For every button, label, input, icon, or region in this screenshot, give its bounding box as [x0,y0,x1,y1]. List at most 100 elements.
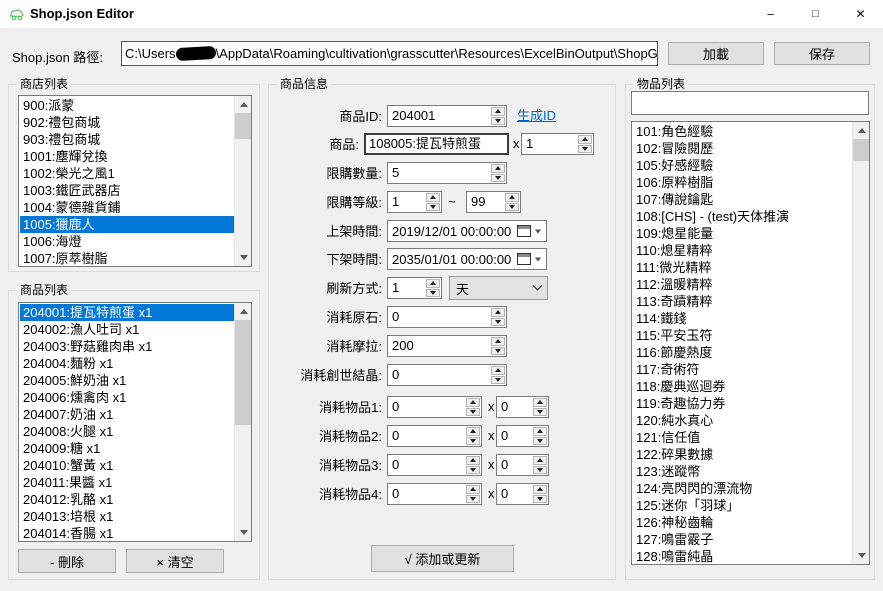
item-list-item[interactable]: 101:角色經驗 [633,123,852,140]
item-list-item[interactable]: 122:碎果數據 [633,446,852,463]
cost-item3-id[interactable]: 0 [388,455,465,475]
cost-scoin-spinner[interactable]: 200 [387,335,507,357]
spin-down-icon[interactable] [491,347,505,356]
cost-item1-count[interactable]: 0 [497,397,532,417]
item-list-item[interactable]: 124:亮閃閃的漂流物 [633,480,852,497]
spin-up-icon[interactable] [578,135,592,144]
item-list-item[interactable]: 119:奇趣協力券 [633,395,852,412]
cost-item2-count-spinner[interactable]: 0 [496,425,549,447]
spin-up-icon[interactable] [491,308,505,317]
shop-list-item[interactable]: 1007:原萃樹脂 [20,250,234,265]
item-list-item[interactable]: 105:好感經驗 [633,157,852,174]
item-list-item[interactable]: 123:迷蹤幣 [633,463,852,480]
level-max-spinner[interactable]: 99 [466,191,521,213]
shop-list-scrollbar[interactable] [234,96,251,266]
cost-item1-id[interactable]: 0 [388,397,465,417]
spin-down-icon[interactable] [491,318,505,327]
goods-list-item[interactable]: 204005:鮮奶油 x1 [20,372,234,389]
goods-list-item[interactable]: 204013:培根 x1 [20,508,234,525]
cost-item4-count[interactable]: 0 [497,484,532,504]
goods-list-item[interactable]: 204014:香腸 x1 [20,525,234,540]
item-list-item[interactable]: 128:鳴雷純晶 [633,548,852,563]
item-list-item[interactable]: 112:溫暖精粹 [633,276,852,293]
calendar-icon[interactable] [517,253,531,265]
save-button[interactable]: 保存 [774,42,870,65]
goods-count-spinner[interactable]: 1 [521,133,594,155]
shop-list-item[interactable]: 900:派蒙 [20,97,234,114]
item-list-item[interactable]: 113:奇蹟精粹 [633,293,852,310]
minimize-button[interactable]: − [748,0,793,28]
goods-list-item[interactable]: 204002:漁人吐司 x1 [20,321,234,338]
scroll-thumb[interactable] [235,113,252,139]
shop-list-item[interactable]: 903:禮包商城 [20,131,234,148]
scroll-down-icon[interactable] [235,524,252,541]
spin-up-icon[interactable] [491,366,505,375]
refresh-value-spinner[interactable]: 1 [387,277,442,299]
dropdown-arrow-icon[interactable] [535,229,541,233]
shop-list-item[interactable]: 1001:塵輝兌換 [20,148,234,165]
spin-down-icon[interactable] [533,495,547,504]
cost-mcoin-spinner[interactable]: 0 [387,364,507,386]
refresh-value[interactable]: 1 [388,278,425,298]
calendar-icon[interactable] [517,225,531,237]
add-or-update-button[interactable]: √ 添加或更新 [371,545,514,572]
goods-name-input[interactable]: 108005:提瓦特煎蛋 [364,133,509,155]
item-list-item[interactable]: 109:熄星能量 [633,225,852,242]
item-list-item[interactable]: 106:原粹樹脂 [633,174,852,191]
item-list-item[interactable]: 121:信任值 [633,429,852,446]
scroll-down-icon[interactable] [235,249,252,266]
spin-up-icon[interactable] [491,164,505,173]
spin-down-icon[interactable] [491,174,505,183]
delete-button[interactable]: - 刪除 [18,549,116,573]
goods-list-scrollbar[interactable] [234,303,251,541]
spin-up-icon[interactable] [491,107,505,116]
item-list-item[interactable]: 126:神秘齒輪 [633,514,852,531]
spin-up-icon[interactable] [466,398,480,407]
refresh-unit-select[interactable]: 天 [449,276,548,300]
spin-up-icon[interactable] [466,456,480,465]
item-search-input[interactable] [631,91,869,115]
cost-hcoin-spinner[interactable]: 0 [387,306,507,328]
cost-item4-count-spinner[interactable]: 0 [496,483,549,505]
spin-up-icon[interactable] [426,193,440,202]
spin-down-icon[interactable] [466,408,480,417]
end-time-picker[interactable]: 2035/01/01 00:00:00 [387,248,547,270]
spin-up-icon[interactable] [466,485,480,494]
spin-down-icon[interactable] [533,437,547,446]
spin-up-icon[interactable] [505,193,519,202]
cost-item4-id[interactable]: 0 [388,484,465,504]
generate-id-link[interactable]: 生成ID [517,108,556,124]
shop-list-item[interactable]: 1005:獵鹿人 [20,216,234,233]
goods-list-item[interactable]: 204011:果醬 x1 [20,474,234,491]
buy-limit-value[interactable]: 5 [388,163,490,183]
cost-item3-count-spinner[interactable]: 0 [496,454,549,476]
spin-down-icon[interactable] [466,495,480,504]
item-list-item[interactable]: 108:[CHS] - (test)天体推演 [633,208,852,225]
scroll-up-icon[interactable] [235,96,252,113]
close-button[interactable]: ✕ [838,0,883,28]
goods-list-item[interactable]: 204008:火腿 x1 [20,423,234,440]
item-list-item[interactable]: 107:傳說鑰匙 [633,191,852,208]
goods-list-item[interactable]: 204012:乳酪 x1 [20,491,234,508]
shop-list-item[interactable]: 1003:鐵匠武器店 [20,182,234,199]
load-button[interactable]: 加載 [668,42,764,65]
item-list-item[interactable]: 110:熄星精粹 [633,242,852,259]
spin-up-icon[interactable] [491,337,505,346]
scroll-down-icon[interactable] [853,547,870,564]
spin-down-icon[interactable] [578,145,592,154]
item-list-item[interactable]: 127:鳴雷霰子 [633,531,852,548]
item-list-item[interactable]: 125:迷你「羽球」 [633,497,852,514]
buy-limit-spinner[interactable]: 5 [387,162,507,184]
cost-item4-id-spinner[interactable]: 0 [387,483,482,505]
goods-list-item[interactable]: 204009:糖 x1 [20,440,234,457]
maximize-button[interactable]: □ [793,0,838,28]
spin-up-icon[interactable] [533,427,547,436]
spin-down-icon[interactable] [466,466,480,475]
goods-list-item[interactable]: 204003:野菇雞肉串 x1 [20,338,234,355]
spin-down-icon[interactable] [505,203,519,212]
cost-item2-id-spinner[interactable]: 0 [387,425,482,447]
cost-item3-count[interactable]: 0 [497,455,532,475]
item-list-item[interactable]: 120:純水真心 [633,412,852,429]
scroll-thumb[interactable] [853,139,870,161]
spin-up-icon[interactable] [466,427,480,436]
